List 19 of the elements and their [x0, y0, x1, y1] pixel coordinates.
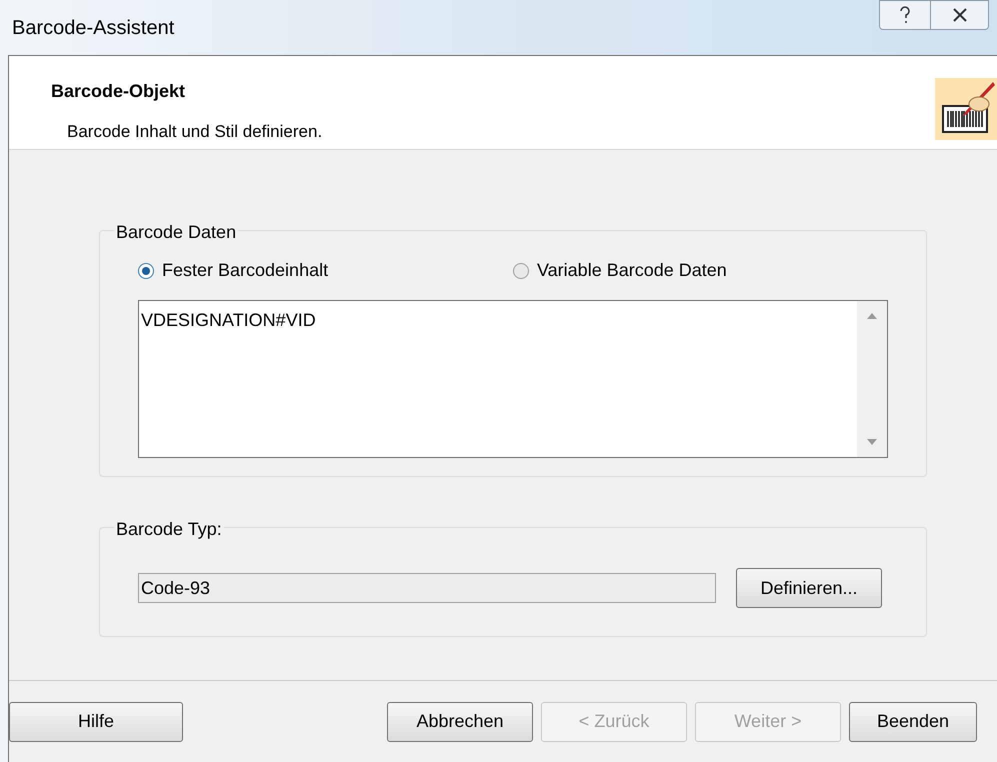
header-title: Barcode-Objekt — [51, 80, 186, 103]
scrollbar[interactable] — [857, 301, 887, 457]
header-subtitle: Barcode Inhalt und Stil definieren. — [66, 121, 322, 143]
barcode-content-field[interactable]: VDESIGNATION#VID — [138, 300, 888, 458]
dialog-button[interactable]: Abbrechen — [387, 702, 533, 742]
radio-button[interactable] — [138, 262, 154, 278]
close-button[interactable] — [931, 0, 989, 30]
dialog-button[interactable]: Beenden — [849, 702, 977, 742]
define-button[interactable]: Definieren... — [736, 568, 882, 608]
radio-option[interactable]: Variable Barcode Daten — [513, 257, 727, 284]
radio-option[interactable]: Fester Barcodeinhalt — [138, 257, 513, 284]
scroll-up-icon[interactable] — [867, 313, 877, 319]
window-title: Barcode-Assistent — [12, 16, 174, 40]
dialog-button[interactable]: Hilfe — [9, 702, 183, 742]
radio-button[interactable] — [513, 262, 529, 278]
close-icon — [952, 8, 968, 22]
help-icon — [898, 5, 912, 25]
barcode-type-field: Code-93 — [138, 573, 716, 603]
scroll-down-icon[interactable] — [867, 439, 877, 445]
